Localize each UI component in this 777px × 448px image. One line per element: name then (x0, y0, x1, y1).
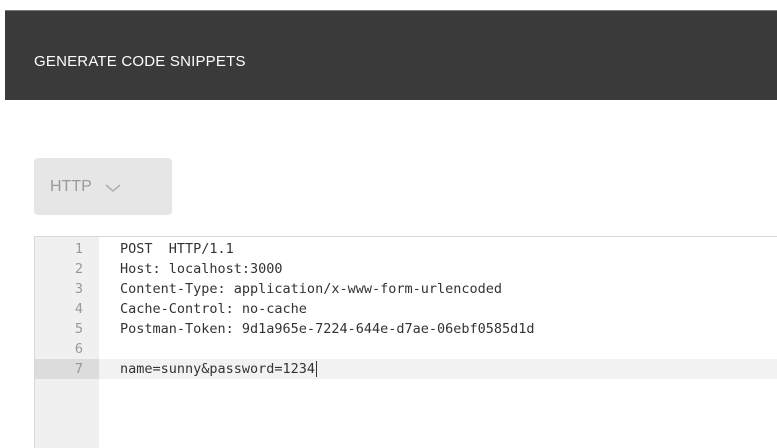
language-dropdown[interactable]: HTTP (34, 158, 172, 215)
line-number: 4 (74, 301, 83, 317)
code-line: 4 Cache-Control: no-cache (35, 299, 777, 319)
line-number: 7 (74, 361, 83, 377)
line-text: POST HTTP/1.1 (120, 241, 234, 257)
line-number: 1 (74, 241, 83, 257)
modal-header: GENERATE CODE SNIPPETS (5, 10, 777, 100)
code-line: 3 Content-Type: application/x-www-form-u… (35, 279, 777, 299)
code-editor[interactable]: 1 POST HTTP/1.1 2 Host: localhost:3000 3… (34, 236, 777, 448)
modal-title: GENERATE CODE SNIPPETS (34, 53, 246, 70)
line-text-with-caret: name=sunny&password=1234 (120, 359, 318, 379)
line-number: 5 (74, 321, 83, 337)
line-number: 2 (74, 261, 83, 277)
text-caret (316, 361, 318, 377)
code-line: 5 Postman-Token: 9d1a965e-7224-644e-d7ae… (35, 319, 777, 339)
chevron-down-icon (104, 181, 122, 193)
line-number: 3 (74, 281, 83, 297)
line-text: Cache-Control: no-cache (120, 301, 307, 317)
line-text: Content-Type: application/x-www-form-url… (120, 281, 503, 297)
code-line-active[interactable]: 7 name=sunny&password=1234 (35, 359, 777, 379)
line-number: 6 (74, 341, 83, 357)
code-line: 1 POST HTTP/1.1 (35, 239, 777, 259)
top-strip (0, 0, 777, 10)
line-text: Host: localhost:3000 (120, 261, 283, 277)
line-text: Postman-Token: 9d1a965e-7224-644e-d7ae-0… (120, 321, 535, 337)
code-line: 6 (35, 339, 777, 359)
code-line: 2 Host: localhost:3000 (35, 259, 777, 279)
line-text: name=sunny&password=1234 (120, 361, 316, 377)
language-dropdown-label: HTTP (50, 177, 92, 195)
